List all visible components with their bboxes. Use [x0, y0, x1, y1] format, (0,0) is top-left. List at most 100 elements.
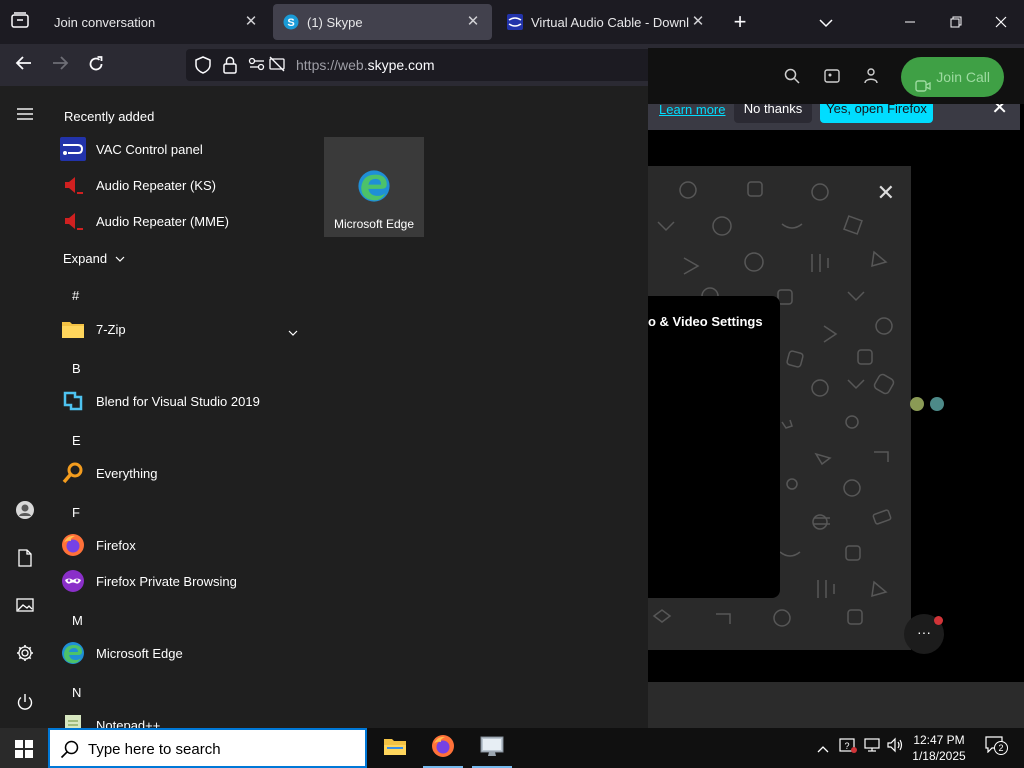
- user-account-icon[interactable]: [14, 500, 36, 522]
- taskbar-file-explorer[interactable]: [371, 728, 419, 768]
- settings-title: o & Video Settings: [648, 314, 763, 329]
- edge-icon: [60, 640, 86, 666]
- magnifier-icon: [60, 460, 86, 486]
- app-label: VAC Control panel: [96, 141, 203, 157]
- restore-icon[interactable]: [946, 12, 966, 32]
- folder-icon: [383, 736, 407, 761]
- app-label: Notepad++: [96, 717, 161, 729]
- letter-header[interactable]: N: [72, 685, 81, 700]
- forward-icon[interactable]: [50, 55, 70, 75]
- reload-icon[interactable]: [86, 55, 106, 77]
- new-tab-icon[interactable]: +: [730, 11, 750, 33]
- expand-button[interactable]: Expand: [63, 251, 125, 266]
- avatar: [930, 397, 944, 411]
- app-everything[interactable]: Everything: [60, 455, 310, 491]
- app-list: Recently added VAC Control panel Audio R…: [50, 86, 320, 728]
- tab-title: Join conversation: [54, 14, 156, 30]
- learn-more-link[interactable]: Learn more: [659, 102, 725, 117]
- power-icon[interactable]: [14, 693, 36, 715]
- tile-label: Microsoft Edge: [333, 217, 415, 231]
- lock-icon[interactable]: [222, 56, 238, 78]
- letter-header[interactable]: M: [72, 613, 83, 628]
- app-label: Microsoft Edge: [96, 645, 183, 661]
- app-label: Everything: [96, 465, 158, 481]
- app-audio-repeater-mme[interactable]: Audio Repeater (MME): [60, 203, 310, 239]
- close-tab-icon[interactable]: ✕: [689, 13, 707, 31]
- network-icon[interactable]: [862, 728, 882, 768]
- app-notepad-plus-plus[interactable]: Notepad++: [60, 707, 310, 728]
- volume-icon[interactable]: [885, 728, 905, 768]
- close-icon[interactable]: ✕: [877, 180, 895, 206]
- taskbar-search-input[interactable]: Type here to search: [48, 728, 367, 768]
- minimize-icon[interactable]: [900, 12, 920, 32]
- tab-skype[interactable]: S (1) Skype ✕: [273, 4, 492, 40]
- settings-gear-icon[interactable]: [14, 644, 36, 666]
- avatar: [910, 397, 924, 411]
- start-button[interactable]: [0, 728, 48, 768]
- notepad-plus-plus-icon: [60, 712, 86, 728]
- tray-chevron-up-icon[interactable]: [814, 728, 832, 768]
- letter-header[interactable]: B: [72, 361, 81, 376]
- blend-icon: [60, 388, 86, 414]
- monitor-app-icon: [480, 735, 504, 762]
- taskbar-audio-repeater[interactable]: [468, 728, 516, 768]
- app-firefox-private[interactable]: Firefox Private Browsing: [60, 563, 310, 599]
- pictures-icon[interactable]: [14, 597, 36, 619]
- close-tab-icon[interactable]: ✕: [464, 13, 482, 31]
- firefox-icon: [60, 532, 86, 558]
- add-people-icon[interactable]: [864, 67, 882, 90]
- search-placeholder: Type here to search: [88, 741, 221, 758]
- start-menu: Recently added VAC Control panel Audio R…: [0, 86, 648, 728]
- app-firefox[interactable]: Firefox: [60, 527, 310, 563]
- app-label: Audio Repeater (KS): [96, 177, 216, 193]
- app-audio-repeater-ks[interactable]: Audio Repeater (KS): [60, 167, 310, 203]
- taskbar-firefox[interactable]: [419, 728, 467, 768]
- clock-time: 12:47 PM: [913, 733, 965, 747]
- tile-microsoft-edge[interactable]: Microsoft Edge: [324, 137, 424, 237]
- svg-text:S: S: [287, 17, 294, 29]
- folder-icon: [60, 316, 86, 342]
- windows-logo-icon: [15, 740, 33, 763]
- skype-icon: S: [283, 14, 299, 30]
- speaker-icon: [60, 208, 86, 234]
- taskbar-clock[interactable]: 12:47 PM 1/18/2025: [906, 732, 972, 764]
- app-7zip[interactable]: 7-Zip: [60, 311, 310, 347]
- app-blend-visual-studio[interactable]: Blend for Visual Studio 2019: [60, 383, 310, 419]
- search-icon[interactable]: [784, 68, 800, 89]
- vac-icon: [60, 136, 86, 162]
- tab-virtual-audio-cable[interactable]: Virtual Audio Cable - Download ✕: [497, 4, 717, 40]
- firefox-view-icon[interactable]: [9, 12, 31, 32]
- notification-dot: [934, 616, 943, 625]
- chevron-down-icon[interactable]: [288, 325, 298, 340]
- tab-join-conversation[interactable]: Join conversation ✕: [44, 4, 270, 40]
- letter-header[interactable]: E: [72, 433, 81, 448]
- chevron-down-icon[interactable]: [816, 12, 836, 32]
- shield-icon[interactable]: [194, 56, 212, 78]
- close-tab-icon[interactable]: ✕: [242, 13, 260, 31]
- audio-video-settings-card: o & Video Settings: [648, 296, 780, 598]
- screen-share-blocked-icon[interactable]: [268, 56, 286, 76]
- letter-header[interactable]: #: [72, 288, 79, 303]
- gallery-icon[interactable]: [824, 68, 840, 89]
- letter-header[interactable]: F: [72, 505, 80, 520]
- url-text[interactable]: https://web.skype.com: [296, 57, 435, 73]
- close-window-icon[interactable]: [991, 12, 1011, 32]
- firefox-icon: [431, 734, 455, 763]
- taskbar: Type here to search ? 12:47 PM 1/18/2025…: [0, 728, 1024, 768]
- action-center-icon[interactable]: 2: [980, 728, 1008, 768]
- skype-bottom-bar: [648, 682, 1024, 728]
- video-camera-icon: [915, 69, 931, 109]
- hamburger-menu-icon[interactable]: [14, 105, 36, 127]
- permissions-icon[interactable]: [248, 56, 266, 76]
- tab-title: (1) Skype: [307, 14, 363, 30]
- screen: Join conversation ✕ S (1) Skype ✕ Virtua…: [0, 0, 1024, 768]
- documents-icon[interactable]: [14, 549, 36, 571]
- app-vac-control-panel[interactable]: VAC Control panel: [60, 131, 310, 167]
- browser-tab-bar: Join conversation ✕ S (1) Skype ✕ Virtua…: [0, 0, 1024, 44]
- start-menu-rail: [0, 86, 50, 728]
- join-call-button[interactable]: Join Call: [901, 57, 1004, 97]
- back-icon[interactable]: [14, 55, 34, 75]
- tray-app-alert-icon[interactable]: ?: [838, 728, 858, 768]
- vac-icon: [507, 14, 523, 30]
- app-microsoft-edge[interactable]: Microsoft Edge: [60, 635, 310, 671]
